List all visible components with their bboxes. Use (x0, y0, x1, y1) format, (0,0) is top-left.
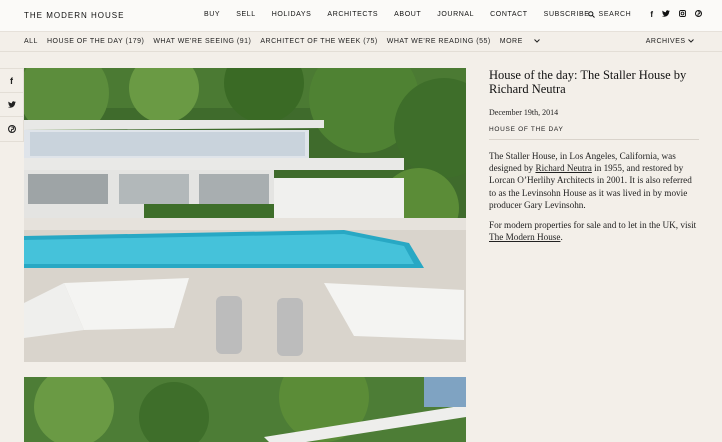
search-icon (587, 11, 595, 18)
archives-label: ARCHIVES (645, 38, 686, 45)
main-house-photo[interactable] (24, 68, 466, 362)
category-bar: ALL HOUSE OF THE DAY (179) WHAT WE'RE SE… (0, 32, 722, 52)
instagram-icon[interactable] (679, 10, 686, 19)
search-button[interactable]: SEARCH (587, 11, 632, 18)
article-date: December 19th, 2014 (489, 108, 559, 117)
site-logo[interactable]: THE MODERN HOUSE (24, 11, 124, 20)
nav-architects[interactable]: ARCHITECTS (327, 11, 378, 18)
nav-buy[interactable]: BUY (204, 11, 220, 18)
nav-subscribe[interactable]: SUBSCRIBE (544, 11, 590, 18)
facebook-icon: f (10, 75, 13, 86)
category-more[interactable]: MORE (499, 38, 541, 45)
nav-contact[interactable]: CONTACT (490, 11, 528, 18)
share-pinterest-button[interactable] (0, 117, 23, 141)
main-nav: BUY SELL HOLIDAYS ARCHITECTS ABOUT JOURN… (204, 11, 606, 18)
paragraph-text: . (560, 232, 563, 243)
article-paragraph-2: For modern properties for sale and to le… (489, 219, 699, 243)
chevron-down-icon (534, 39, 541, 43)
nav-sell[interactable]: SELL (236, 11, 256, 18)
nav-holidays[interactable]: HOLIDAYS (272, 11, 312, 18)
article-paragraph-1: The Staller House, in Los Angeles, Calif… (489, 150, 699, 211)
article-category-tag[interactable]: HOUSE OF THE DAY (489, 126, 699, 140)
category-what-were-reading[interactable]: WHAT WE'RE READING (55) (387, 38, 491, 45)
social-links: f (641, 9, 703, 19)
secondary-house-photo[interactable] (24, 377, 466, 442)
share-facebook-button[interactable]: f (0, 69, 23, 93)
category-list: ALL HOUSE OF THE DAY (179) WHAT WE'RE SE… (24, 38, 549, 45)
twitter-icon[interactable] (662, 10, 670, 19)
nav-about[interactable]: ABOUT (394, 11, 421, 18)
more-label: MORE (499, 38, 523, 45)
architect-link[interactable]: Richard Neutra (535, 163, 591, 173)
share-rail: f (0, 68, 24, 142)
category-architect-of-the-week[interactable]: ARCHITECT OF THE WEEK (75) (260, 38, 377, 45)
pinterest-icon (7, 125, 16, 133)
article-title: House of the day: The Staller House by R… (489, 68, 687, 96)
share-twitter-button[interactable] (0, 93, 23, 117)
facebook-icon[interactable]: f (650, 10, 653, 19)
header-tools: SEARCH f (587, 9, 703, 19)
search-label: SEARCH (598, 11, 632, 18)
twitter-icon (7, 101, 16, 108)
paragraph-text: For modern properties for sale and to le… (489, 220, 697, 231)
article: House of the day: The Staller House by R… (489, 68, 699, 243)
chevron-down-icon (688, 39, 694, 43)
archives-dropdown[interactable]: ARCHIVES (646, 38, 694, 45)
top-header: THE MODERN HOUSE BUY SELL HOLIDAYS ARCHI… (0, 0, 722, 32)
nav-journal[interactable]: JOURNAL (437, 11, 474, 18)
modern-house-link[interactable]: The Modern House (489, 232, 560, 242)
category-what-were-seeing[interactable]: WHAT WE'RE SEEING (91) (153, 38, 251, 45)
category-all[interactable]: ALL (24, 38, 38, 45)
category-house-of-the-day[interactable]: HOUSE OF THE DAY (179) (47, 38, 144, 45)
pinterest-icon[interactable] (694, 9, 703, 19)
